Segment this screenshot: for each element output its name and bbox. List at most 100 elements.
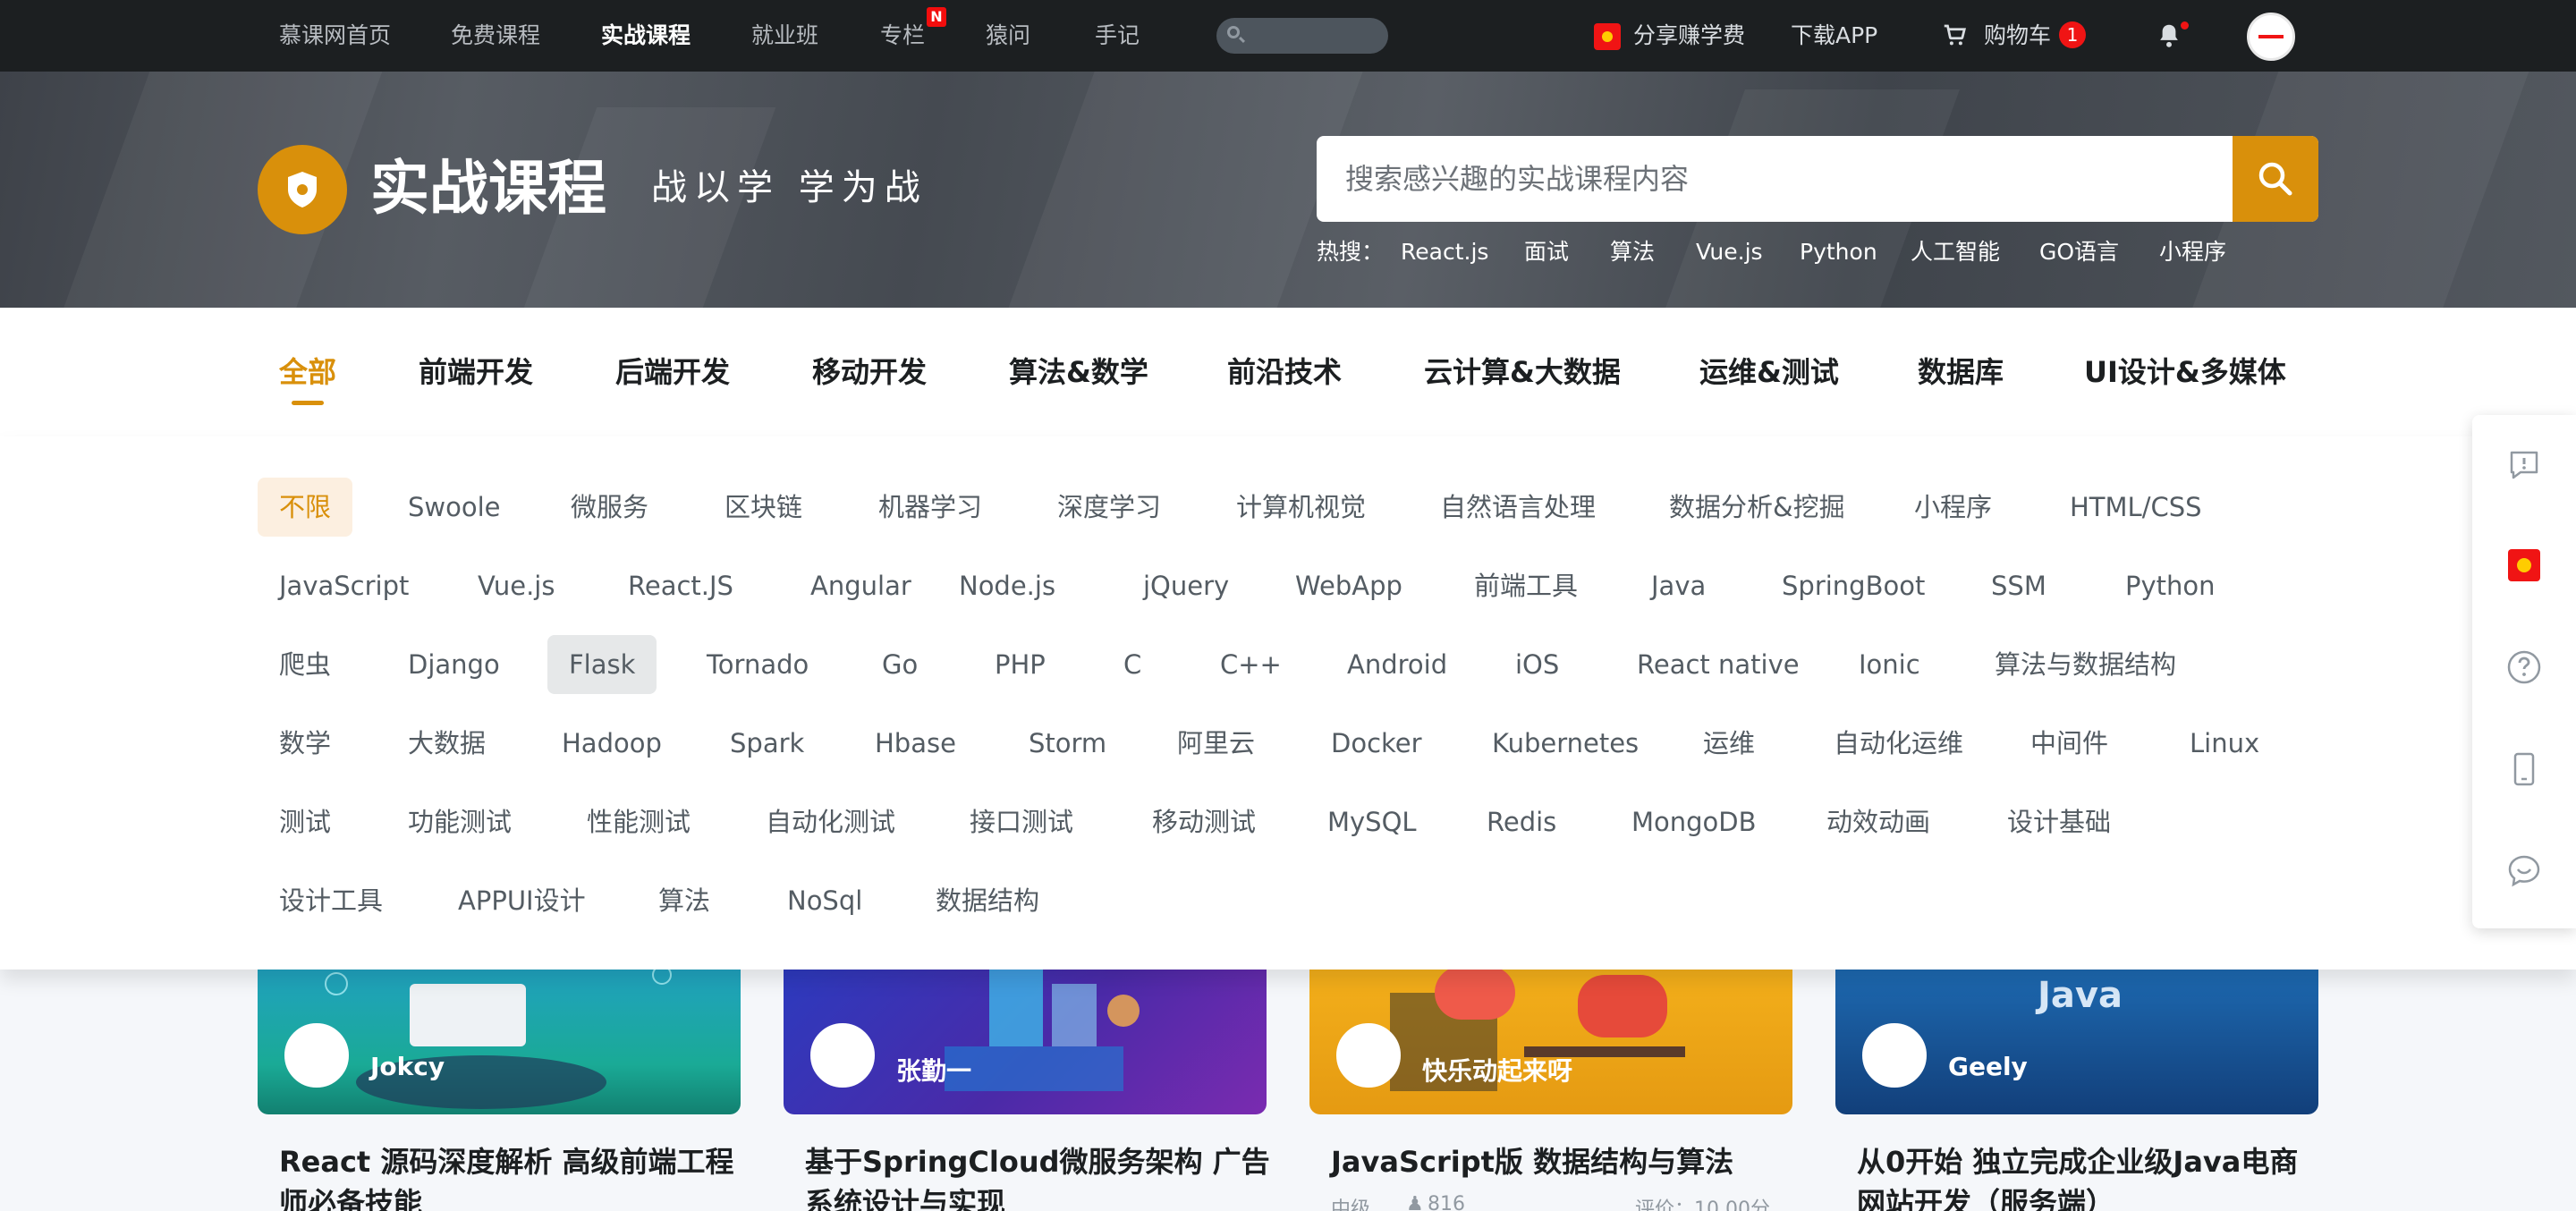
tag-filter-item[interactable]: Kubernetes — [1470, 714, 1660, 773]
tag-filter-item[interactable]: APPUI设计 — [436, 871, 607, 930]
tag-filter-item[interactable]: Swoole — [386, 478, 522, 537]
tag-filter-item[interactable]: 深度学习 — [1036, 478, 1182, 537]
tag-filter-item[interactable]: WebApp — [1274, 556, 1424, 615]
category-backend[interactable]: 后端开发 — [615, 352, 730, 392]
download-app-link[interactable]: 下载APP — [1791, 0, 1877, 72]
course-card-image[interactable]: 快乐动起来呀 — [1309, 948, 1792, 1114]
tag-filter-item[interactable]: 前端工具 — [1453, 556, 1599, 615]
tag-filter-item[interactable]: Tornado — [685, 635, 830, 694]
tag-filter-item[interactable]: 自动化运维 — [1812, 714, 1985, 773]
tag-filter-item[interactable]: JavaScript — [258, 556, 430, 615]
category-frontend[interactable]: 前端开发 — [419, 352, 533, 392]
category-all[interactable]: 全部 — [279, 352, 336, 392]
tag-filter-item[interactable]: 运维 — [1682, 714, 1776, 773]
tag-filter-item[interactable]: 测试 — [258, 792, 352, 851]
tag-filter-item[interactable]: 微服务 — [549, 478, 670, 537]
category-algorithm[interactable]: 算法&数学 — [1009, 352, 1148, 392]
nav-home[interactable]: 慕课网首页 — [279, 0, 391, 72]
tag-filter-item[interactable]: Angular — [789, 556, 933, 615]
tag-filter-item[interactable]: 算法 — [637, 871, 732, 930]
tag-filter-item[interactable]: Java — [1630, 556, 1727, 615]
course-title[interactable]: React 源码深度解析 高级前端工程师必备技能 — [279, 1141, 744, 1211]
hot-search-item[interactable]: 面试 — [1524, 236, 1569, 268]
tag-filter-item[interactable]: 设计工具 — [258, 871, 404, 930]
tag-filter-item[interactable]: 设计基础 — [1986, 792, 2132, 851]
nav-job-class[interactable]: 就业班 — [751, 0, 818, 72]
category-frontier[interactable]: 前沿技术 — [1227, 352, 1342, 392]
nav-practical-courses[interactable]: 实战课程 — [601, 0, 691, 72]
category-ui-media[interactable]: UI设计&多媒体 — [2084, 352, 2286, 392]
tag-filter-item[interactable]: SSM — [1970, 556, 2068, 615]
tag-filter-item[interactable]: Ionic — [1837, 635, 1942, 694]
tag-filter-item[interactable]: 数学 — [258, 714, 352, 773]
tag-filter-item[interactable]: 算法与数据结构 — [1973, 635, 2198, 694]
category-cloud-bigdata[interactable]: 云计算&大数据 — [1424, 352, 1621, 392]
course-search-input[interactable] — [1345, 136, 2222, 222]
tag-filter-item[interactable]: Hadoop — [540, 714, 683, 773]
tag-filter-item[interactable]: Go — [860, 635, 939, 694]
user-avatar[interactable] — [2247, 13, 2295, 61]
tag-filter-item[interactable]: Docker — [1309, 714, 1444, 773]
nav-qa[interactable]: 猿问 — [986, 0, 1030, 72]
gift-icon[interactable] — [2506, 547, 2542, 583]
help-icon[interactable] — [2506, 649, 2542, 685]
tag-filter-item[interactable]: React native — [1615, 635, 1821, 694]
share-earn-link[interactable]: 分享赚学费 — [1633, 0, 1745, 72]
tag-filter-item[interactable]: 自然语言处理 — [1419, 478, 1617, 537]
cart-icon[interactable] — [1941, 21, 1968, 48]
tag-filter-item[interactable]: Storm — [1007, 714, 1128, 773]
tag-filter-item[interactable]: NoSql — [766, 871, 884, 930]
course-title[interactable]: 基于SpringCloud微服务架构 广告系统设计与实现 — [805, 1141, 1270, 1211]
tag-filter-item[interactable]: 动效动画 — [1805, 792, 1952, 851]
top-search-input[interactable] — [1216, 18, 1388, 54]
tag-filter-item[interactable]: Linux — [2168, 714, 2281, 773]
tag-filter-item[interactable]: 自动化测试 — [744, 792, 917, 851]
feedback-icon[interactable] — [2506, 447, 2542, 483]
category-mobile[interactable]: 移动开发 — [812, 352, 927, 392]
tag-filter-item[interactable]: PHP — [973, 635, 1067, 694]
tag-filter-item[interactable]: iOS — [1494, 635, 1580, 694]
tag-filter-item[interactable]: MySQL — [1306, 792, 1438, 851]
tag-filter-item[interactable]: 接口测试 — [948, 792, 1095, 851]
tag-filter-item[interactable]: 数据结构 — [914, 871, 1061, 930]
hot-search-item[interactable]: 算法 — [1610, 236, 1655, 268]
tag-filter-item[interactable]: 不限 — [258, 478, 353, 537]
tag-filter-item[interactable]: 中间件 — [2009, 714, 2130, 773]
tag-filter-item[interactable]: 性能测试 — [565, 792, 712, 851]
tag-filter-item[interactable]: 爬虫 — [258, 635, 352, 694]
tag-filter-item[interactable]: 功能测试 — [386, 792, 533, 851]
tag-filter-item[interactable]: Flask — [547, 635, 657, 694]
tag-filter-item[interactable]: SpringBoot — [1760, 556, 1946, 615]
tag-filter-item[interactable]: MongoDB — [1610, 792, 1778, 851]
cart-link[interactable]: 购物车 — [1984, 0, 2051, 72]
tag-filter-item[interactable]: jQuery — [1122, 556, 1250, 615]
hot-search-item[interactable]: Python — [1800, 236, 1877, 268]
tag-filter-item[interactable]: 阿里云 — [1156, 714, 1276, 773]
tag-filter-item[interactable]: Hbase — [853, 714, 978, 773]
hot-search-item[interactable]: 人工智能 — [1911, 236, 2000, 268]
hot-search-item[interactable]: Vue.js — [1696, 236, 1763, 268]
tag-filter-item[interactable]: Python — [2104, 556, 2237, 615]
course-title[interactable]: 从0开始 独立完成企业级Java电商网站开发（服务端） — [1857, 1141, 2322, 1211]
tag-filter-item[interactable]: Android — [1326, 635, 1469, 694]
bell-icon[interactable] — [2156, 21, 2182, 50]
category-ops-testing[interactable]: 运维&测试 — [1699, 352, 1839, 392]
tag-filter-item[interactable]: 区块链 — [703, 478, 824, 537]
course-card-image[interactable]: Jokcy — [258, 948, 741, 1114]
tag-filter-item[interactable]: React.JS — [606, 556, 755, 615]
tag-filter-item[interactable]: HTML/CSS — [2048, 478, 2224, 537]
share-icon[interactable] — [1594, 23, 1621, 50]
nav-free-courses[interactable]: 免费课程 — [451, 0, 540, 72]
tag-filter-item[interactable]: 大数据 — [386, 714, 507, 773]
tag-filter-item[interactable]: C — [1102, 635, 1163, 694]
tag-filter-item[interactable]: Redis — [1465, 792, 1578, 851]
hot-search-item[interactable]: 小程序 — [2159, 236, 2226, 268]
nav-notes[interactable]: 手记 — [1095, 0, 1140, 72]
tag-filter-item[interactable]: Node.js — [937, 556, 1077, 615]
course-card-image[interactable]: 张勤一 — [784, 948, 1267, 1114]
course-search-button[interactable] — [2233, 136, 2318, 222]
tag-filter-item[interactable]: Django — [386, 635, 521, 694]
category-database[interactable]: 数据库 — [1918, 352, 2004, 392]
tag-filter-item[interactable]: 计算机视觉 — [1215, 478, 1387, 537]
mobile-icon[interactable] — [2506, 751, 2542, 787]
